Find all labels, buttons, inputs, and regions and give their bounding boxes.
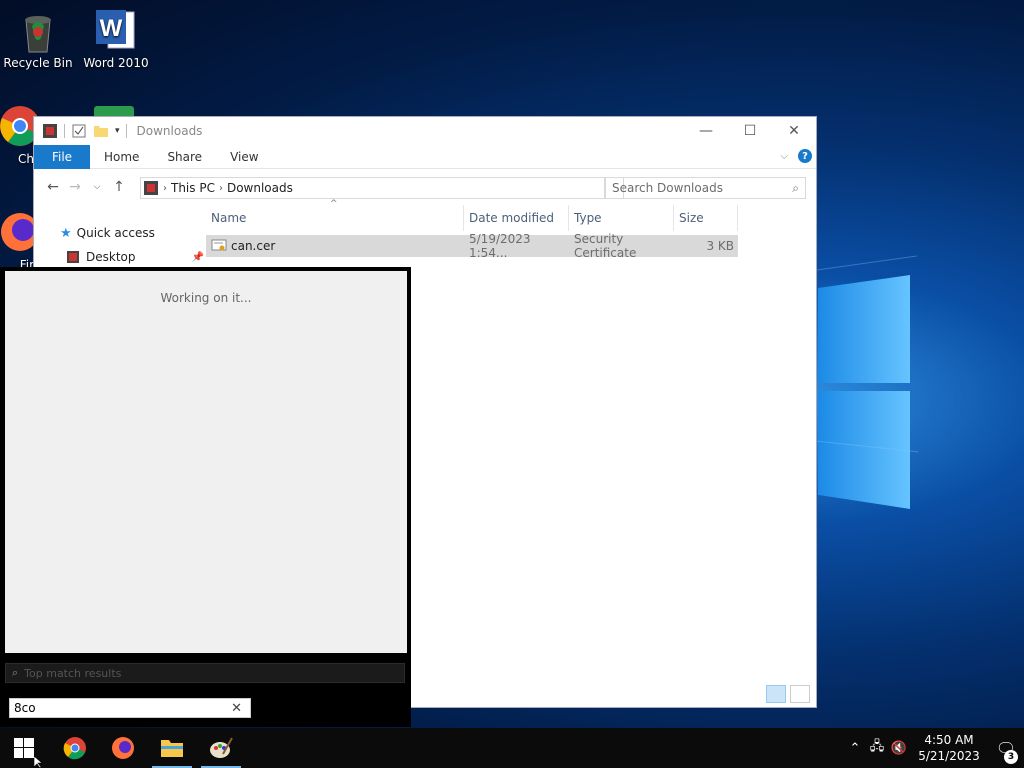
clock-date: 5/21/2023	[918, 749, 980, 763]
word-icon: W	[94, 8, 138, 52]
forward-arrow-icon[interactable]: →	[64, 179, 86, 195]
taskbar-file-explorer[interactable]	[148, 728, 196, 768]
folder-icon	[161, 740, 183, 757]
ribbon-tab-home[interactable]: Home	[90, 150, 153, 164]
paint-palette-icon	[210, 737, 233, 758]
chrome-icon	[63, 737, 86, 760]
svg-text:W: W	[100, 15, 123, 42]
notification-count-badge: 3	[1004, 749, 1018, 764]
ribbon-tab-file[interactable]: File	[34, 144, 90, 169]
column-header-date-modified[interactable]: Date modified	[464, 205, 569, 231]
search-results-area: Working on it...	[5, 271, 407, 653]
back-arrow-icon[interactable]: ←	[42, 179, 64, 195]
search-web-placeholder: Top match results	[24, 666, 122, 680]
new-folder-icon[interactable]	[93, 123, 109, 139]
desktop-icon-word-2010[interactable]: W Word 2010	[79, 8, 153, 70]
sidebar-item-quick-access[interactable]: ★ Quick access	[34, 221, 204, 245]
clear-search-icon[interactable]: ✕	[231, 701, 242, 716]
expand-ribbon-chevron-icon[interactable]: ⌵	[780, 151, 788, 162]
action-center-button[interactable]: 🗨 3	[988, 739, 1024, 764]
quick-access-toolbar-dropdown-icon[interactable]: ▾	[115, 126, 120, 136]
clock[interactable]: 4:50 AM 5/21/2023	[910, 732, 988, 764]
volume-muted-icon[interactable]: 🔇	[888, 741, 910, 756]
ribbon-tabs: File Home Share View ⌵ ?	[34, 144, 816, 169]
search-query-input[interactable]: 8co ✕	[9, 698, 251, 718]
window-title: Downloads	[136, 124, 203, 138]
view-mode-buttons	[766, 685, 810, 703]
certificate-icon	[211, 239, 227, 251]
windows-logo-wallpaper	[818, 255, 928, 515]
help-icon[interactable]: ?	[798, 149, 812, 163]
close-button[interactable]: ✕	[772, 117, 816, 145]
desktop-icon-label: Recycle Bin	[3, 56, 73, 70]
star-icon: ★	[60, 225, 72, 241]
search-results-panel: Working on it... ⌕ Top match results 8co…	[0, 267, 411, 727]
recent-locations-chevron-icon[interactable]: ⌵	[86, 182, 108, 192]
large-icons-view-icon[interactable]	[790, 685, 810, 703]
taskbar-paint[interactable]	[197, 728, 245, 768]
ribbon-tab-share[interactable]: Share	[153, 150, 216, 164]
explorer-app-icon	[43, 124, 57, 138]
system-tray: ⌃ 🖧 🔇 4:50 AM 5/21/2023 🗨 3	[844, 728, 1024, 768]
breadcrumb-downloads[interactable]: Downloads	[227, 181, 293, 195]
desktop-icon-label: Word 2010	[83, 56, 149, 70]
search-web-bar[interactable]: ⌕ Top match results	[5, 663, 405, 683]
minimize-button[interactable]: —	[684, 117, 728, 145]
mouse-cursor-icon	[34, 756, 43, 768]
breadcrumb-this-pc[interactable]: This PC	[171, 181, 215, 195]
properties-icon[interactable]	[71, 123, 87, 139]
recycle-bin-icon	[16, 8, 60, 53]
search-query-text: 8co	[14, 701, 36, 715]
search-placeholder: Search Downloads	[612, 181, 723, 195]
desktop-icon-recycle-bin[interactable]: Recycle Bin	[1, 8, 75, 70]
network-icon[interactable]: 🖧	[866, 737, 888, 759]
search-icon: ⌕	[12, 666, 19, 679]
sidebar-item-label: Desktop	[86, 250, 136, 264]
search-status: Working on it...	[160, 291, 252, 305]
pin-icon[interactable]: 📌	[192, 252, 204, 263]
taskbar-chrome[interactable]	[51, 728, 99, 768]
title-bar[interactable]: ▾ Downloads — ☐ ✕	[34, 117, 816, 145]
address-bar[interactable]: › This PC › Downloads	[140, 177, 606, 199]
file-name: can.cer	[231, 239, 276, 253]
file-size: 3 KB	[706, 239, 734, 253]
search-downloads-input[interactable]: Search Downloads ⌕	[604, 177, 806, 199]
column-header-name[interactable]: Name	[206, 205, 464, 231]
details-view-icon[interactable]	[766, 685, 786, 703]
show-hidden-icons-chevron-icon[interactable]: ⌃	[844, 741, 866, 756]
desktop-folder-icon	[67, 251, 79, 263]
clock-time: 4:50 AM	[924, 733, 974, 747]
file-list: ^ Name Date modified Type Size can.cer 5…	[206, 199, 746, 260]
file-row[interactable]: can.cer 5/19/2023 1:54... Security Certi…	[206, 232, 738, 260]
sidebar-item-label: Quick access	[76, 226, 155, 240]
maximize-button[interactable]: ☐	[728, 117, 772, 145]
file-date: 5/19/2023 1:54...	[469, 232, 531, 260]
ribbon-tab-view[interactable]: View	[216, 150, 272, 164]
column-headers: Name Date modified Type Size	[206, 205, 746, 231]
navigation-pane: ★ Quick access Desktop 📌	[34, 221, 204, 269]
column-header-size[interactable]: Size	[674, 205, 738, 231]
taskbar: ⌃ 🖧 🔇 4:50 AM 5/21/2023 🗨 3	[0, 728, 1024, 768]
column-header-type[interactable]: Type	[569, 205, 674, 231]
sidebar-item-desktop[interactable]: Desktop 📌	[34, 245, 204, 269]
breadcrumb-separator-icon[interactable]: ›	[219, 183, 223, 194]
search-icon: ⌕	[792, 180, 799, 195]
windows-start-icon	[14, 738, 34, 758]
taskbar-firefox[interactable]	[99, 728, 147, 768]
address-row: ← → ⌵ ↑ › This PC › Downloads Search Dow…	[34, 169, 816, 205]
this-pc-icon	[144, 181, 158, 195]
breadcrumb-separator-icon[interactable]: ›	[163, 183, 167, 194]
firefox-icon	[112, 737, 134, 759]
file-type: Security Certificate	[574, 232, 637, 260]
up-arrow-icon[interactable]: ↑	[108, 179, 130, 195]
